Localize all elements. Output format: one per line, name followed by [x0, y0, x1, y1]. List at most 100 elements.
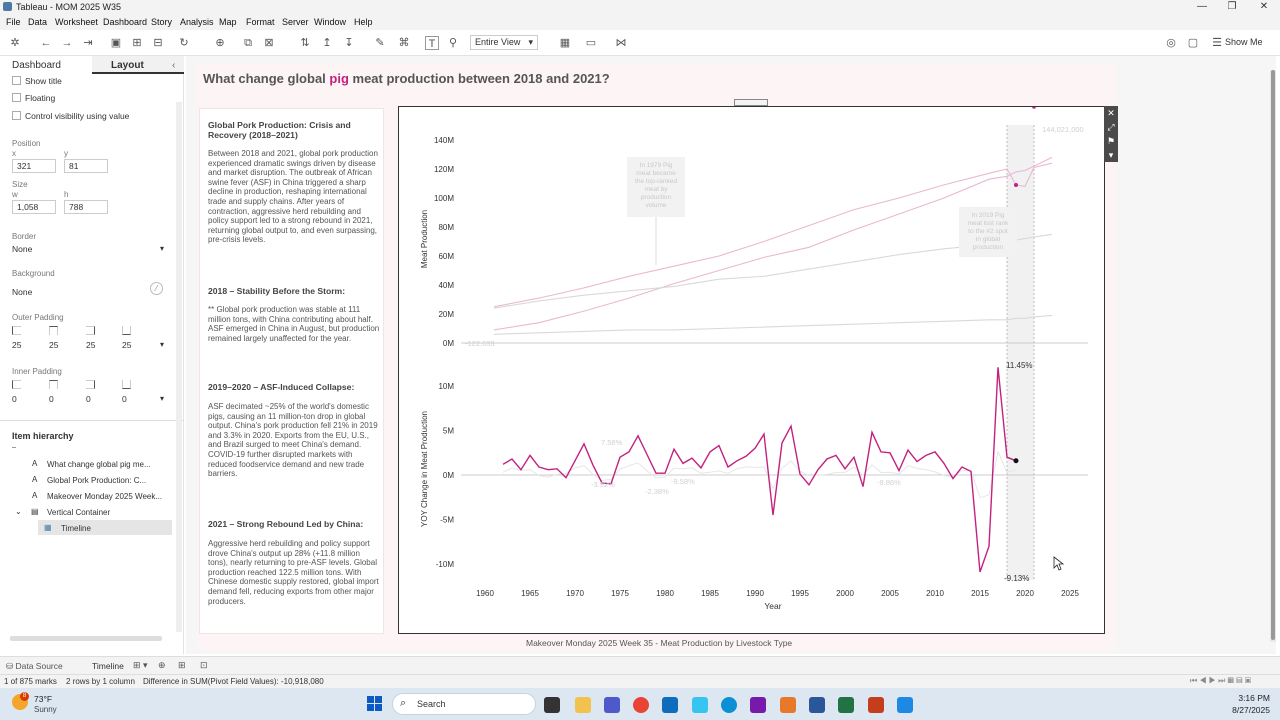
chrome-icon[interactable]	[633, 697, 649, 713]
position-x-input[interactable]: 321	[12, 159, 56, 173]
replay-icon[interactable]: ⇥	[81, 36, 95, 50]
menu-format[interactable]: Format	[246, 17, 275, 27]
timeline-chart[interactable]: 0M 20M 40M 60M 80M 100M 120M 140M Meat Productio…	[398, 105, 1105, 634]
new-dashboard-icon[interactable]: ⊞	[178, 660, 186, 671]
tableau-public-icon[interactable]: ◎	[1164, 36, 1178, 50]
chevron-down-icon[interactable]: ▾	[160, 340, 164, 349]
go-to-sheet-icon[interactable]: ⤢	[1104, 120, 1118, 134]
duplicate-sheet-icon[interactable]: ⧉	[241, 36, 255, 50]
outlook-icon[interactable]	[662, 697, 678, 713]
tableau-home-icon[interactable]: ✲	[8, 36, 22, 50]
outer-padding-right[interactable]: 25	[86, 340, 95, 350]
share-icon[interactable]: ⋈	[614, 36, 628, 50]
redo-icon[interactable]: →	[60, 36, 74, 50]
teams-icon[interactable]	[604, 697, 620, 713]
inner-padding-bottom[interactable]: 0	[122, 394, 127, 404]
inner-padding-left[interactable]: 0	[12, 394, 17, 404]
word-icon[interactable]	[809, 697, 825, 713]
remove-zone-icon[interactable]: ✕	[1104, 106, 1118, 120]
new-story-icon[interactable]: ⊡	[200, 660, 208, 671]
file-explorer-icon[interactable]	[575, 697, 591, 713]
position-y-input[interactable]: 81	[64, 159, 108, 173]
horizontal-scrollbar[interactable]	[10, 636, 162, 641]
show-title-checkbox[interactable]	[12, 76, 21, 85]
panel-scrollbar[interactable]	[176, 102, 182, 632]
drag-handle[interactable]	[734, 99, 768, 106]
show-cards-icon[interactable]: ▦	[558, 36, 572, 50]
vertical-scrollbar[interactable]	[1270, 70, 1276, 642]
border-select[interactable]: None	[12, 244, 32, 254]
menu-window[interactable]: Window	[314, 17, 346, 27]
sort-descending-icon[interactable]: ↧	[342, 36, 356, 50]
menu-story[interactable]: Story	[151, 17, 172, 27]
use-as-filter-icon[interactable]: ⚑	[1104, 134, 1118, 148]
new-sheet-icon[interactable]: ⊕	[213, 36, 227, 50]
minimize-button[interactable]: —	[1188, 0, 1216, 14]
hierarchy-item-selected[interactable]	[38, 520, 172, 535]
fit-view-select[interactable]: Entire View ▾	[470, 35, 538, 50]
show-labels-icon[interactable]: T	[425, 36, 439, 50]
hierarchy-item-title[interactable]: What change global pig me...	[47, 460, 151, 469]
menu-data[interactable]: Data	[28, 17, 47, 27]
task-view-icon[interactable]	[544, 697, 560, 713]
menu-worksheet[interactable]: Worksheet	[55, 17, 98, 27]
menu-map[interactable]: Map	[219, 17, 237, 27]
sheet-nav-icons[interactable]: ⏮ ◀ ▶ ⏭ ▦ ▤ ▣	[1190, 676, 1251, 686]
show-me-button[interactable]: Show Me	[1225, 37, 1263, 47]
new-data-source-icon[interactable]: ⊞	[130, 36, 144, 50]
data-source-tab[interactable]: ⛁ Data Source	[6, 661, 63, 672]
undo-icon[interactable]: ←	[39, 36, 53, 50]
menu-analysis[interactable]: Analysis	[180, 17, 214, 27]
expand-chevron-icon[interactable]: ⌄	[15, 507, 22, 516]
show-me-icon[interactable]: ☰	[1210, 36, 1224, 50]
menu-dashboard[interactable]: Dashboard	[103, 17, 147, 27]
floating-checkbox[interactable]	[12, 93, 21, 102]
windows-start-icon[interactable]	[367, 696, 383, 712]
maximize-button[interactable]: ❐	[1218, 0, 1246, 14]
menu-file[interactable]: File	[6, 17, 21, 27]
slack-icon[interactable]	[692, 697, 708, 713]
inner-padding-top[interactable]: 0	[49, 394, 54, 404]
clear-sheet-icon[interactable]: ⊠	[262, 36, 276, 50]
group-icon[interactable]: ⌘	[397, 36, 411, 50]
outer-padding-left[interactable]: 25	[12, 340, 21, 350]
taskbar-search[interactable]: ⌕ Search	[392, 693, 536, 715]
refresh-icon[interactable]: ↻	[177, 36, 191, 50]
chevron-down-icon[interactable]: ▾	[160, 394, 164, 403]
color-picker-icon[interactable]: ⁄	[150, 282, 163, 295]
edge-icon[interactable]	[721, 697, 737, 713]
menu-help[interactable]: Help	[354, 17, 373, 27]
tab-timeline[interactable]: Timeline	[92, 661, 124, 671]
close-window-button[interactable]: ✕	[1250, 0, 1278, 14]
highlight-icon[interactable]: ✎	[373, 36, 387, 50]
save-icon[interactable]: ▣	[109, 36, 123, 50]
outer-padding-top[interactable]: 25	[49, 340, 58, 350]
hierarchy-item-timeline[interactable]: Timeline	[61, 524, 91, 533]
presentation-mode-icon[interactable]: ▭	[584, 36, 598, 50]
remote-desktop-icon[interactable]	[897, 697, 913, 713]
sort-ascending-icon[interactable]: ↥	[320, 36, 334, 50]
hierarchy-item-caption[interactable]: Makeover Monday 2025 Week...	[47, 492, 162, 501]
outer-padding-bottom[interactable]: 25	[122, 340, 131, 350]
scroll-thumb[interactable]	[1271, 70, 1275, 640]
tab-dashboard[interactable]: Dashboard	[12, 58, 61, 74]
dashboard-tab-icon[interactable]: ⊞ ▾	[133, 660, 148, 671]
pause-updates-icon[interactable]: ⊟	[151, 36, 165, 50]
hierarchy-item-container[interactable]: Vertical Container	[47, 508, 110, 517]
tableau-taskbar-icon[interactable]	[780, 697, 796, 713]
more-options-icon[interactable]: ▾	[1104, 148, 1118, 162]
background-select[interactable]: None	[12, 287, 32, 297]
size-w-input[interactable]: 1,058	[12, 200, 56, 214]
powerpoint-icon[interactable]	[868, 697, 884, 713]
inner-padding-right[interactable]: 0	[86, 394, 91, 404]
chevron-down-icon[interactable]: ▾	[160, 244, 164, 253]
menu-server[interactable]: Server	[282, 17, 309, 27]
swap-icon[interactable]: ⇅	[298, 36, 312, 50]
onenote-icon[interactable]	[750, 697, 766, 713]
comment-icon[interactable]: ▢	[1186, 36, 1200, 50]
hierarchy-item-text[interactable]: Global Pork Production: C...	[47, 476, 146, 485]
new-worksheet-icon[interactable]: ⊕	[158, 660, 166, 671]
pin-icon[interactable]: ⚲	[446, 36, 460, 50]
size-h-input[interactable]: 788	[64, 200, 108, 214]
tab-layout[interactable]: Layout	[111, 58, 144, 74]
